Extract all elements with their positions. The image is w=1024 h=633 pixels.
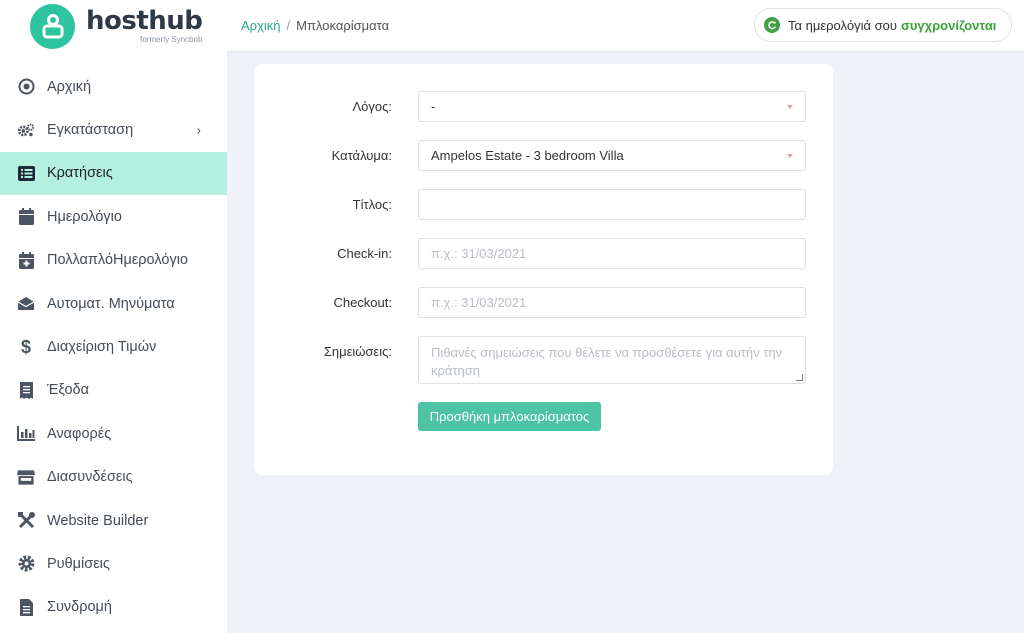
- sidebar-item-pricing[interactable]: $ Διαχείριση Τιμών: [0, 325, 227, 368]
- sidebar-item-label: Ρυθμίσεις: [47, 555, 110, 572]
- bar-chart-icon: [17, 425, 35, 443]
- sidebar-item-subscription[interactable]: Συνδρομή: [0, 586, 227, 629]
- sidebar-item-label: Αυτοματ. Μηνύματα: [47, 295, 175, 312]
- sidebar-item-settings[interactable]: Ρυθμίσεις: [0, 542, 227, 585]
- notes-textarea[interactable]: Πιθανές σημειώσεις που θέλετε να προσθέσ…: [418, 336, 806, 384]
- checkout-label: Checkout:: [333, 295, 392, 310]
- title-label: Τίτλος:: [352, 197, 392, 212]
- sidebar-item-label: Διαχείριση Τιμών: [47, 339, 157, 356]
- form-row-reason: Λόγος: -: [254, 91, 833, 122]
- brand[interactable]: hosthub formerly Syncbnb: [0, 0, 227, 52]
- tools-icon: [17, 512, 35, 530]
- sidebar-item-label: Ημερολόγιο: [47, 208, 122, 225]
- sidebar-item-label: Αρχική: [47, 78, 92, 95]
- checkin-label: Check-in:: [337, 246, 392, 261]
- property-select-value: Ampelos Estate - 3 bedroom Villa: [431, 148, 624, 163]
- property-label: Κατάλυμα:: [331, 148, 392, 163]
- checkin-placeholder: π.χ.: 31/03/2021: [431, 246, 527, 261]
- notes-placeholder: Πιθανές σημειώσεις που θέλετε να προσθέσ…: [431, 345, 783, 378]
- sidebar-item-label: Website Builder: [47, 512, 149, 529]
- sidebar-item-label: ΠολλαπλόΗμερολόγιο: [47, 252, 188, 269]
- form-row-notes: Σημειώσεις: Πιθανές σημειώσεις που θέλετ…: [254, 336, 833, 384]
- brand-subtitle: formerly Syncbnb: [140, 35, 203, 44]
- sync-status-strong: συγχρονίζονται: [900, 17, 997, 33]
- sidebar-item-website-builder[interactable]: Website Builder: [0, 499, 227, 542]
- reason-label: Λόγος:: [352, 99, 392, 114]
- sidebar-item-label: Διασυνδέσεις: [47, 469, 133, 486]
- sync-status-text: Τα ημερολόγιά σου: [788, 17, 897, 33]
- chevron-right-icon: ›: [196, 122, 201, 138]
- breadcrumb-home-link[interactable]: Αρχική: [241, 18, 281, 33]
- sidebar-item-reports[interactable]: Αναφορές: [0, 412, 227, 455]
- reason-select-value: -: [431, 99, 436, 114]
- sidebar-item-label: Έξοδα: [47, 382, 89, 399]
- sidebar-nav: Αρχική Εγκατάσταση › Κρατήσεις Ημερολόγι…: [0, 65, 227, 629]
- sync-status-badge[interactable]: Τα ημερολόγιά σου συγχρονίζονται: [754, 8, 1012, 42]
- topbar: Αρχική / Μπλοκαρίσματα Τα ημερολόγιά σου σ…: [227, 0, 1024, 52]
- form-row-checkin: Check-in: π.χ.: 31/03/2021: [254, 238, 833, 269]
- list-icon: [17, 164, 35, 182]
- form-row-checkout: Checkout: π.χ.: 31/03/2021: [254, 287, 833, 318]
- sidebar-item-label: Αναφορές: [47, 425, 112, 442]
- property-select[interactable]: Ampelos Estate - 3 bedroom Villa: [418, 140, 806, 171]
- sidebar-item-home[interactable]: Αρχική: [0, 65, 227, 108]
- envelope-icon: [17, 295, 35, 313]
- reason-select[interactable]: -: [418, 91, 806, 122]
- checkout-placeholder: π.χ.: 31/03/2021: [431, 295, 527, 310]
- sidebar-item-auto-messages[interactable]: Αυτοματ. Μηνύματα: [0, 282, 227, 325]
- sidebar-item-multicalendar[interactable]: ΠολλαπλόΗμερολόγιο: [0, 239, 227, 282]
- notes-label: Σημειώσεις:: [323, 344, 392, 359]
- gears-icon: [17, 121, 35, 139]
- refresh-icon: [764, 17, 780, 33]
- resize-handle-icon[interactable]: [796, 374, 803, 381]
- form-row-property: Κατάλυμα: Ampelos Estate - 3 bedroom Vil…: [254, 140, 833, 171]
- sidebar-item-integrations[interactable]: Διασυνδέσεις: [0, 456, 227, 499]
- breadcrumb-current: Μπλοκαρίσματα: [296, 18, 390, 33]
- target-icon: [17, 78, 35, 96]
- block-form-card: Λόγος: - Κατάλυμα: Ampelos Estate - 3 be…: [254, 64, 833, 475]
- sidebar-item-label: Συνδρομή: [47, 599, 112, 616]
- breadcrumb: Αρχική / Μπλοκαρίσματα: [241, 18, 389, 33]
- checkin-input[interactable]: π.χ.: 31/03/2021: [418, 238, 806, 269]
- sidebar: hosthub formerly Syncbnb Αρχική Εγκατάστ…: [0, 0, 227, 633]
- receipt-icon: [17, 381, 35, 399]
- store-icon: [17, 468, 35, 486]
- brand-name: hosthub: [86, 6, 203, 36]
- calendar-plus-icon: [17, 251, 35, 269]
- sidebar-item-calendar[interactable]: Ημερολόγιο: [0, 195, 227, 238]
- sidebar-item-setup[interactable]: Εγκατάσταση ›: [0, 108, 227, 151]
- dollar-icon: $: [20, 336, 31, 357]
- sidebar-item-expenses[interactable]: Έξοδα: [0, 369, 227, 412]
- file-icon: [17, 598, 35, 616]
- brand-text: hosthub formerly Syncbnb: [86, 6, 203, 44]
- sidebar-item-label: Κρατήσεις: [47, 165, 113, 182]
- add-block-button[interactable]: Προσθήκη μπλοκαρίσματος: [418, 402, 601, 431]
- cog-icon: [17, 555, 35, 573]
- checkout-input[interactable]: π.χ.: 31/03/2021: [418, 287, 806, 318]
- sidebar-item-bookings[interactable]: Κρατήσεις: [0, 151, 227, 196]
- sidebar-item-label: Εγκατάσταση: [47, 122, 134, 139]
- breadcrumb-separator: /: [286, 18, 291, 33]
- title-input[interactable]: [418, 189, 806, 220]
- form-row-title: Τίτλος:: [254, 189, 833, 220]
- hosthub-logo-icon: [30, 3, 75, 49]
- calendar-icon: [17, 208, 35, 226]
